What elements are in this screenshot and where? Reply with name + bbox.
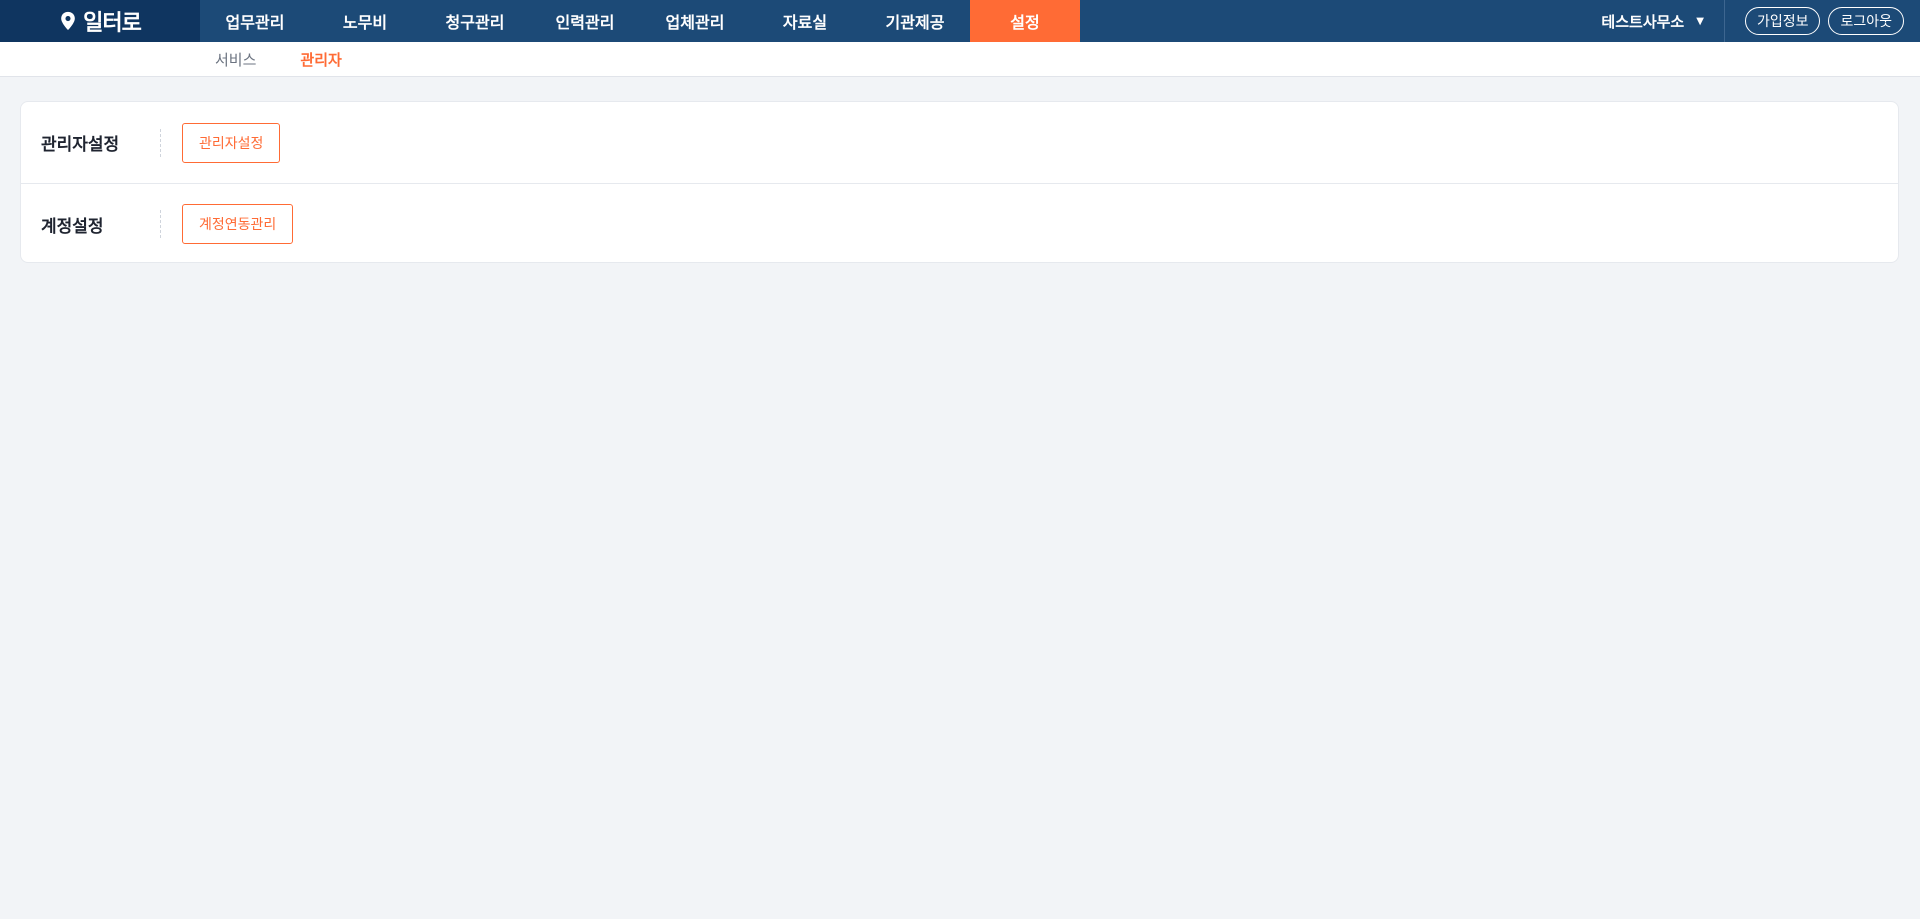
nav-item-work[interactable]: 업무관리	[200, 0, 310, 42]
logo-text: 일터로	[83, 11, 142, 36]
nav-item-settings[interactable]: 설정	[970, 0, 1080, 42]
subnav-item-admin[interactable]: 관리자	[300, 49, 341, 70]
topbar-right: 테스트사무소 ▼ 가입정보 로그아웃	[1601, 0, 1920, 42]
nav-item-workforce[interactable]: 인력관리	[530, 0, 640, 42]
office-selector[interactable]: 테스트사무소 ▼	[1601, 0, 1725, 42]
settings-row-account: 계정설정 계정연동관리	[21, 183, 1898, 264]
row-label-account-settings: 계정설정	[41, 216, 104, 237]
account-link-button[interactable]: 계정연동관리	[182, 204, 294, 244]
sub-navigation: 서비스 관리자	[0, 42, 1920, 77]
admin-settings-button[interactable]: 관리자설정	[182, 122, 281, 163]
nav-item-institution[interactable]: 기관제공	[860, 0, 970, 42]
nav-item-billing[interactable]: 청구관리	[420, 0, 530, 42]
nav-item-library[interactable]: 자료실	[750, 0, 860, 42]
settings-card: 관리자설정 관리자설정 계정설정 계정연동관리	[20, 101, 1899, 263]
subnav-item-service[interactable]: 서비스	[215, 49, 256, 70]
settings-row-admin: 관리자설정 관리자설정	[21, 102, 1898, 183]
nav-item-labor-cost[interactable]: 노무비	[310, 0, 420, 42]
row-divider	[160, 128, 161, 157]
main-nav: 업무관리 노무비 청구관리 인력관리 업체관리 자료실 기관제공 설정	[200, 0, 1080, 42]
app-logo[interactable]: 일터로	[0, 0, 200, 42]
office-name: 테스트사무소	[1601, 12, 1685, 31]
logout-button[interactable]: 로그아웃	[1828, 7, 1904, 35]
row-label-admin-settings: 관리자설정	[41, 135, 120, 155]
join-info-button[interactable]: 가입정보	[1744, 7, 1821, 35]
row-divider	[160, 210, 161, 238]
top-navigation-bar: 일터로 업무관리 노무비 청구관리 인력관리 업체관리 자료실 기관제공 설정 …	[0, 0, 1920, 42]
location-pin-icon	[61, 11, 75, 31]
nav-item-company[interactable]: 업체관리	[640, 0, 750, 42]
caret-down-icon: ▼	[1696, 15, 1704, 27]
